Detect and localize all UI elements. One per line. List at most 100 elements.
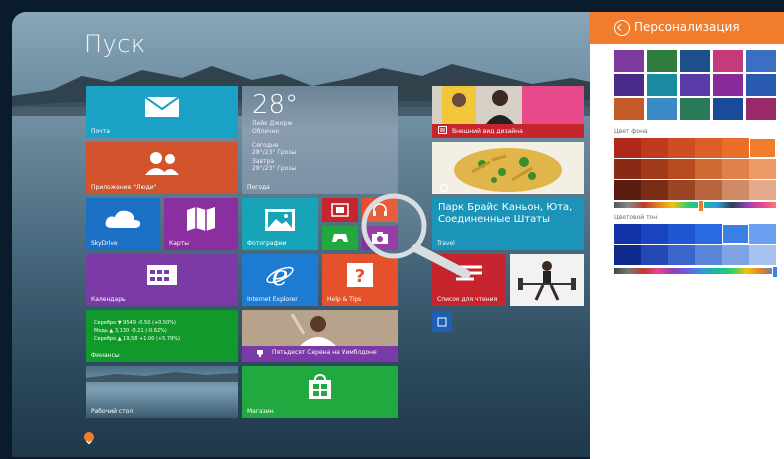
weather-label: Погода [247,184,270,191]
all-apps-arrow-icon[interactable] [84,432,94,445]
calendar-icon [147,265,177,285]
color-cell[interactable] [695,180,722,200]
skydrive-tile[interactable]: SkyDrive [86,198,160,250]
color-cell[interactable] [695,159,722,179]
weather-tomorrow: Завтра [252,158,275,165]
news-label: Внешний вид дизайна [452,128,523,135]
color-cell[interactable] [668,245,695,265]
pattern-swatch[interactable] [614,74,644,96]
pattern-swatch[interactable] [680,50,710,72]
weather-today-value: 28°/23° Грозы [252,149,297,156]
color-cell[interactable] [695,138,722,158]
pattern-swatch[interactable] [614,98,644,120]
map-icon [187,207,215,231]
desktop-tile[interactable]: Рабочий стол [86,366,238,418]
pattern-swatch[interactable] [647,98,677,120]
video-icon [331,203,349,217]
color-cell[interactable] [668,159,695,179]
news-tile[interactable]: Внешний вид дизайна [432,86,584,138]
pattern-swatch[interactable] [647,50,677,72]
pattern-swatch[interactable] [647,74,677,96]
store-label: Магазин [247,408,274,415]
background-color-palette[interactable] [614,138,776,200]
skydrive-label: SkyDrive [91,240,118,247]
color-cell[interactable] [695,245,722,265]
color-cell[interactable] [722,224,749,244]
ie-label: Internet Explorer [247,296,298,303]
color-cell[interactable] [614,180,641,200]
pattern-swatch[interactable] [614,50,644,72]
weather-tile[interactable]: 28° Лейк Джорж Облачно Сегодня 28°/23° Г… [242,86,398,194]
mail-label: Почта [91,128,110,135]
finance-row: Медь ▲ 3,130 -0.21 (-0.62%) [94,328,167,334]
background-color-label: Цвет фона [614,128,648,135]
sport-tile[interactable]: Пятьдесят Серена на Уимблдоне [242,310,398,362]
video-tile[interactable] [322,198,358,222]
ie-tile[interactable]: e Internet Explorer [242,254,318,306]
pattern-swatch[interactable] [746,74,776,96]
background-hue-thumb[interactable] [698,200,704,212]
accent-hue-thumb[interactable] [772,266,778,278]
pattern-swatch[interactable] [746,50,776,72]
color-cell[interactable] [641,138,668,158]
store-bag-icon [309,374,331,399]
pattern-swatch[interactable] [713,50,743,72]
color-cell[interactable] [722,138,749,158]
store-tile[interactable]: Магазин [242,366,398,418]
people-tile[interactable]: Приложение "Люди" [86,142,238,194]
photos-tile[interactable]: Фотографии [242,198,318,250]
pattern-swatch[interactable] [680,74,710,96]
color-cell[interactable] [614,224,641,244]
color-cell[interactable] [668,138,695,158]
color-cell[interactable] [641,159,668,179]
color-cell[interactable] [749,245,776,265]
background-hue-slider[interactable] [614,202,776,208]
color-cell[interactable] [668,180,695,200]
screen: Пуск Почта Приложение "Люди" SkyDrive Ка… [0,0,784,459]
color-cell[interactable] [695,224,722,244]
small-blue-tile[interactable] [432,312,452,332]
color-cell[interactable] [749,224,776,244]
color-cell[interactable] [641,224,668,244]
color-cell[interactable] [749,180,776,200]
panel-header: Персонализация [590,12,784,44]
food-tile[interactable] [432,142,584,194]
back-icon[interactable] [614,20,630,36]
weather-description: Облачно [252,128,280,135]
finance-label: Финансы [91,352,120,359]
pattern-swatch[interactable] [746,98,776,120]
calendar-tile[interactable]: Календарь [86,254,238,306]
fitness-tile[interactable] [510,254,584,306]
color-cell[interactable] [722,159,749,179]
color-cell[interactable] [722,180,749,200]
calendar-label: Календарь [91,296,126,303]
sport-caption: Пятьдесят Серена на Уимблдоне [272,349,377,356]
games-tile[interactable] [322,226,358,250]
weather-temperature: 28° [252,90,299,120]
pattern-swatch[interactable] [713,98,743,120]
maps-tile[interactable]: Карты [164,198,238,250]
people-label: Приложение "Люди" [91,184,157,191]
color-cell[interactable] [749,159,776,179]
mail-icon [144,96,180,117]
maps-label: Карты [169,240,189,247]
mail-tile[interactable]: Почта [86,86,238,138]
color-cell[interactable] [614,245,641,265]
color-cell[interactable] [749,138,776,158]
color-cell[interactable] [614,138,641,158]
accent-color-palette[interactable] [614,224,776,266]
gamepad-icon [332,234,348,242]
color-cell[interactable] [722,245,749,265]
accent-hue-slider[interactable] [614,268,776,274]
color-cell[interactable] [668,224,695,244]
color-cell[interactable] [641,245,668,265]
readinglist-label: Список для чтения [437,296,498,303]
color-cell[interactable] [641,180,668,200]
color-cell[interactable] [614,159,641,179]
fitness-photo [518,261,576,301]
finance-tile[interactable]: Серебро ▼ 9549 -0.50 (+0.50%) Медь ▲ 3,1… [86,310,238,362]
photo-icon [265,209,295,231]
pattern-swatch[interactable] [713,74,743,96]
pattern-swatch[interactable] [680,98,710,120]
news-icon [438,126,447,134]
